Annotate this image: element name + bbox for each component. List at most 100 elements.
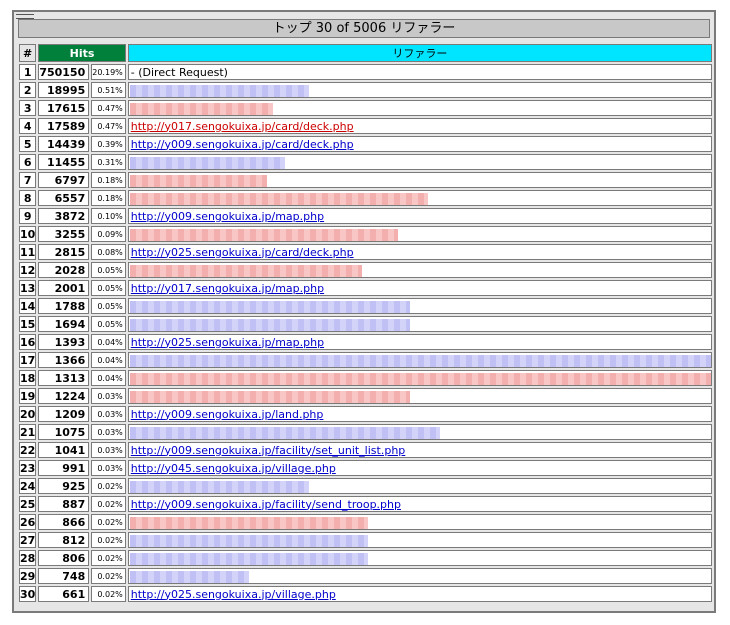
row-hits: 1366 xyxy=(38,352,90,368)
row-referrer: http://y017.sengokuixa.jp/card/deck.php xyxy=(127,118,712,134)
row-rank: 3 xyxy=(19,100,37,116)
row-referrer-redacted xyxy=(127,388,712,404)
row-rank: 11 xyxy=(19,244,37,260)
referrer-column-header: リファラー xyxy=(127,44,712,62)
redacted-referrer-bar xyxy=(129,571,249,583)
row-referrer-redacted xyxy=(127,154,712,170)
table-row: 6 11455 0.31% xyxy=(19,154,712,170)
row-percent: 0.03% xyxy=(91,406,126,422)
redacted-referrer-bar xyxy=(129,175,267,187)
referrer-link[interactable]: http://y009.sengokuixa.jp/facility/set_u… xyxy=(131,444,406,457)
row-hits: 14439 xyxy=(38,136,90,152)
row-referrer-redacted xyxy=(127,172,712,188)
table-header-row: # Hits リファラー xyxy=(19,44,712,62)
table-row: 4 17589 0.47% http://y017.sengokuixa.jp/car… xyxy=(19,118,712,134)
redacted-referrer-bar xyxy=(129,535,368,547)
row-percent: 0.04% xyxy=(91,334,126,350)
row-hits: 17589 xyxy=(38,118,90,134)
table-row: 8 6557 0.18% xyxy=(19,190,712,206)
row-rank: 21 xyxy=(19,424,37,440)
row-hits: 1694 xyxy=(38,316,90,332)
row-hits: 661 xyxy=(38,586,90,602)
row-percent: 0.03% xyxy=(91,388,126,404)
row-rank: 12 xyxy=(19,262,37,278)
table-row: 15 1694 0.05% xyxy=(19,316,712,332)
row-percent: 0.18% xyxy=(91,190,126,206)
row-hits: 806 xyxy=(38,550,90,566)
referrer-link[interactable]: http://y009.sengokuixa.jp/card/deck.php xyxy=(131,138,354,151)
referrer-link[interactable]: http://y009.sengokuixa.jp/map.php xyxy=(131,210,324,223)
table-row: 21 1075 0.03% xyxy=(19,424,712,440)
row-rank: 6 xyxy=(19,154,37,170)
referrer-link[interactable]: http://y009.sengokuixa.jp/land.php xyxy=(131,408,324,421)
row-hits: 750150 xyxy=(38,64,90,80)
rank-column-header: # xyxy=(19,44,37,62)
row-rank: 8 xyxy=(19,190,37,206)
referrer-link[interactable]: http://y009.sengokuixa.jp/facility/send_… xyxy=(131,498,401,511)
row-rank: 16 xyxy=(19,334,37,350)
row-percent: 0.04% xyxy=(91,370,126,386)
row-rank: 13 xyxy=(19,280,37,296)
table-row: 20 1209 0.03% http://y009.sengokuixa.jp/lan… xyxy=(19,406,712,422)
redacted-referrer-bar xyxy=(129,373,711,385)
row-percent: 0.02% xyxy=(91,514,126,530)
row-rank: 18 xyxy=(19,370,37,386)
table-row: 26 866 0.02% xyxy=(19,514,712,530)
row-hits: 2028 xyxy=(38,262,90,278)
redacted-referrer-bar xyxy=(129,301,410,313)
row-referrer: http://y025.sengokuixa.jp/map.php xyxy=(127,334,712,350)
table-row: 17 1366 0.04% xyxy=(19,352,712,368)
row-referrer-redacted xyxy=(127,226,712,242)
row-rank: 24 xyxy=(19,478,37,494)
row-hits: 1075 xyxy=(38,424,90,440)
referrer-link[interactable]: http://y025.sengokuixa.jp/village.php xyxy=(131,588,336,601)
redacted-referrer-bar xyxy=(129,391,410,403)
row-rank: 27 xyxy=(19,532,37,548)
row-referrer-redacted xyxy=(127,478,712,494)
referrer-link[interactable]: http://y017.sengokuixa.jp/card/deck.php xyxy=(131,120,354,133)
row-rank: 15 xyxy=(19,316,37,332)
panel-title: トップ 30 of 5006 リファラー xyxy=(18,19,710,38)
table-row: 1 750150 20.19% - (Direct Request) xyxy=(19,64,712,80)
row-referrer-redacted xyxy=(127,352,712,368)
row-referrer-redacted xyxy=(127,550,712,566)
row-referrer-redacted xyxy=(127,298,712,314)
redacted-referrer-bar xyxy=(129,103,273,115)
redacted-referrer-bar xyxy=(129,517,368,529)
referrer-table: # Hits リファラー 1 750150 20.19% - (Direct Requ… xyxy=(17,42,714,604)
row-rank: 2 xyxy=(19,82,37,98)
row-rank: 19 xyxy=(19,388,37,404)
row-hits: 2815 xyxy=(38,244,90,260)
referrer-rows: 1 750150 20.19% - (Direct Request) 2 18995 0.5… xyxy=(19,64,712,602)
redacted-referrer-bar xyxy=(129,481,309,493)
row-referrer-redacted xyxy=(127,100,712,116)
row-rank: 7 xyxy=(19,172,37,188)
row-rank: 22 xyxy=(19,442,37,458)
row-hits: 748 xyxy=(38,568,90,584)
row-percent: 0.02% xyxy=(91,550,126,566)
table-row: 23 991 0.03% http://y045.sengokuixa.jp/vill… xyxy=(19,460,712,476)
referrer-link[interactable]: http://y045.sengokuixa.jp/village.php xyxy=(131,462,336,475)
row-rank: 1 xyxy=(19,64,37,80)
hits-column-header: Hits xyxy=(38,44,126,62)
row-hits: 887 xyxy=(38,496,90,512)
referrer-link[interactable]: http://y025.sengokuixa.jp/card/deck.php xyxy=(131,246,354,259)
table-row: 25 887 0.02% http://y009.sengokuixa.jp/faci… xyxy=(19,496,712,512)
row-hits: 925 xyxy=(38,478,90,494)
row-rank: 26 xyxy=(19,514,37,530)
row-referrer: http://y025.sengokuixa.jp/village.php xyxy=(127,586,712,602)
redacted-referrer-bar xyxy=(129,355,711,367)
referrer-link[interactable]: http://y017.sengokuixa.jp/map.php xyxy=(131,282,324,295)
redacted-referrer-bar xyxy=(129,157,285,169)
table-row: 9 3872 0.10% http://y009.sengokuixa.jp/map.… xyxy=(19,208,712,224)
row-percent: 0.02% xyxy=(91,496,126,512)
row-referrer-redacted xyxy=(127,190,712,206)
table-row: 2 18995 0.51% xyxy=(19,82,712,98)
row-hits: 11455 xyxy=(38,154,90,170)
table-row: 12 2028 0.05% xyxy=(19,262,712,278)
row-rank: 30 xyxy=(19,586,37,602)
referrer-text: - (Direct Request) xyxy=(130,65,228,79)
redacted-referrer-bar xyxy=(129,427,440,439)
row-hits: 1313 xyxy=(38,370,90,386)
referrer-link[interactable]: http://y025.sengokuixa.jp/map.php xyxy=(131,336,324,349)
